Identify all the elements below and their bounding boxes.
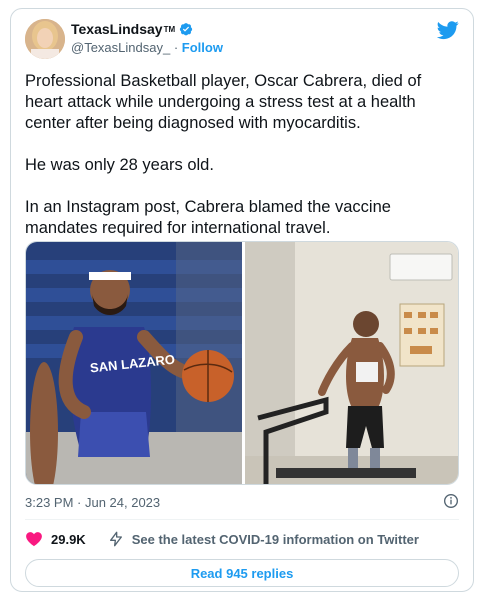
handle[interactable]: @TexasLindsay_ [71,40,170,55]
avatar[interactable] [25,19,65,59]
read-replies-button[interactable]: Read 945 replies [25,559,459,587]
tweet-text: Professional Basketball player, Oscar Ca… [25,71,455,260]
twitter-bird-icon[interactable] [437,19,459,41]
tweet-media[interactable]: SAN LAZARO [25,241,459,485]
trademark-mark: TM [163,24,176,34]
separator-dot: · [173,40,179,55]
author-name-row[interactable]: TexasLindsay TM [71,21,193,37]
info-icon[interactable] [443,493,459,509]
divider [25,519,459,520]
tweet-actions: 29.9K See the latest COVID-19 informatio… [25,529,419,549]
tweet-card: TexasLindsay TM @TexasLindsay_ · Follow P… [10,8,474,592]
lightning-icon [109,531,122,547]
display-name[interactable]: TexasLindsay [71,21,163,37]
basketball-player-photo[interactable]: SAN LAZARO [26,242,242,484]
like-count: 29.9K [51,531,86,547]
tweet-paragraph: In an Instagram post, Cabrera blamed the… [25,198,391,237]
tweet-paragraph: Professional Basketball player, Oscar Ca… [25,72,422,132]
verified-badge-icon [180,23,193,36]
stress-test-photo[interactable] [245,242,458,484]
avatar-photo [25,19,65,59]
follow-button[interactable]: Follow [182,40,223,55]
covid-info-text: See the latest COVID-19 information on T… [131,531,419,547]
heart-icon [26,532,42,547]
handle-row: @TexasLindsay_ · Follow [71,40,223,55]
covid-info-link[interactable]: See the latest COVID-19 information on T… [108,531,419,547]
tweet-paragraph: He was only 28 years old. [25,156,214,174]
tweet-timestamp[interactable]: 3:23 PM · Jun 24, 2023 [25,495,160,510]
like-button[interactable]: 29.9K [25,530,86,548]
